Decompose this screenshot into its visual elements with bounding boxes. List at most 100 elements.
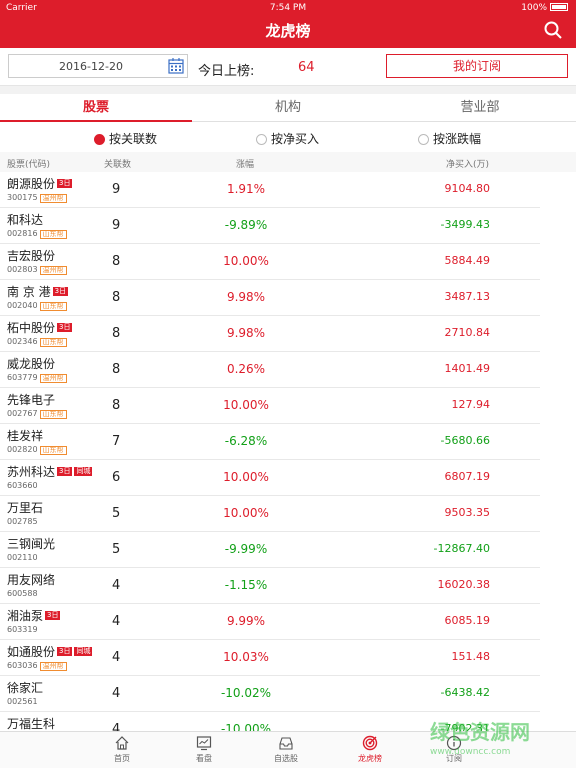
stock-code-text: 002040 [7,301,38,310]
stock-code-text: 002816 [7,229,38,238]
stock-name-text: 徐家汇 [7,681,44,695]
stock-name: 万福生科 [7,715,55,732]
net-buy: 9503.35 [444,506,491,519]
column-stock[interactable]: 股票(代码) [7,157,50,170]
clock: 7:54 PM [269,3,307,13]
sort-by-change[interactable]: 按涨跌幅 [418,130,481,147]
table-row[interactable]: 威龙股份 603779 温州帮 8 0.26% 1401.49 [0,352,540,388]
table-row[interactable]: 万里石 002785 5 10.00% 9503.35 [0,496,540,532]
watermark-text: 绿色资源网 [430,720,530,744]
stock-code: 603319 [7,625,38,634]
table-row[interactable]: 和科达 002816 山东帮 9 -9.89% -3499.43 [0,208,540,244]
group-badge: 山东帮 [39,302,67,311]
table-row[interactable]: 苏州科达 3日 同城 603660 6 10.00% 6807.19 [0,460,540,496]
calendar-icon[interactable] [167,57,185,75]
battery-indicator: 100% [521,3,568,13]
net-buy: -3499.43 [440,218,490,231]
stock-code: 603779 温州帮 [7,373,67,383]
net-buy: -12867.40 [433,542,490,555]
stock-name: 湘油泵 3日 [7,607,61,624]
table-row[interactable]: 湘油泵 3日 603319 4 9.99% 6085.19 [0,604,540,640]
net-buy: 16020.38 [437,578,491,591]
net-buy: 6085.19 [444,614,491,627]
table-row[interactable]: 柘中股份 3日 002346 山东帮 8 9.98% 2710.84 [0,316,540,352]
tag-badge: 3日 [57,467,73,476]
bottom-tab-market[interactable]: 看盘 [174,735,234,764]
stock-name: 先锋电子 [7,391,55,408]
date-picker[interactable]: 2016-12-20 [8,54,188,78]
my-subscription-button[interactable]: 我的订阅 [386,54,568,78]
bottom-tab-home[interactable]: 首页 [92,735,152,764]
stock-name-text: 南 京 港 [7,285,51,299]
group-badge: 山东帮 [39,446,67,455]
table-row[interactable]: 桂发祥 002820 山东帮 7 -6.28% -5680.66 [0,424,540,460]
table-row[interactable]: 先锋电子 002767 山东帮 8 10.00% 127.94 [0,388,540,424]
table-row[interactable]: 用友网络 600588 4 -1.15% 16020.38 [0,568,540,604]
change-percent: -6.28% [224,434,268,448]
watermark-url: www.downcc.com [430,747,511,757]
tag-badge: 同城 [74,647,93,656]
change-percent: 10.00% [223,470,269,484]
stock-code: 002767 山东帮 [7,409,67,419]
stock-name: 和科达 [7,211,43,228]
table-row[interactable]: 三钢闽光 002110 5 -9.99% -12867.40 [0,532,540,568]
bottom-tab-label: 自选股 [274,754,298,763]
tab-institutions[interactable]: 机构 [192,94,384,122]
group-badge: 山东帮 [39,338,67,347]
stock-name: 万里石 [7,499,43,516]
stock-name-text: 用友网络 [7,573,56,587]
change-percent: -9.99% [224,542,268,556]
related-count: 5 [112,506,121,521]
change-percent: 10.00% [223,398,269,412]
related-count: 9 [112,182,121,197]
change-percent: 0.26% [226,362,266,376]
stock-name: 桂发祥 [7,427,43,444]
sort-by-net-buy[interactable]: 按净买入 [256,130,319,147]
stock-name: 三钢闽光 [7,535,55,552]
stock-code: 603660 [7,481,38,490]
bottom-tab-watchlist[interactable]: 自选股 [256,735,316,764]
related-count: 4 [112,650,121,665]
stock-code: 002816 山东帮 [7,229,67,239]
group-badge: 温州帮 [39,662,67,671]
watermark: 绿色资源网 www.downcc.com [430,716,574,766]
stock-name: 威龙股份 [7,355,55,372]
table-row[interactable]: 朗源股份 3日 300175 温州帮 9 1.91% 9104.80 [0,172,540,208]
column-count[interactable]: 关联数 [104,157,131,170]
stock-name: 南 京 港 3日 [7,283,69,300]
sort-label: 按涨跌幅 [433,132,482,146]
related-count: 8 [112,254,121,269]
table-row[interactable]: 南 京 港 3日 002040 山东帮 8 9.98% 3487.13 [0,280,540,316]
stock-name-text: 三钢闽光 [7,537,56,551]
related-count: 8 [112,326,121,341]
search-icon[interactable] [544,21,562,39]
tab-stocks[interactable]: 股票 [0,94,192,122]
sort-options: 按关联数 按净买入 按涨跌幅 [0,124,576,152]
stock-code-text: 603036 [7,661,38,670]
table-row[interactable]: 如通股份 3日 同城 603036 温州帮 4 10.03% 151.48 [0,640,540,676]
table-row[interactable]: 吉宏股份 002803 温州帮 8 10.00% 5884.49 [0,244,540,280]
change-percent: 10.00% [223,254,269,268]
stock-code: 002820 山东帮 [7,445,67,455]
stock-name-text: 柘中股份 [7,321,56,335]
bottom-tab-dragon-tiger[interactable]: 龙虎榜 [340,735,400,764]
related-count: 8 [112,290,121,305]
tab-branches[interactable]: 营业部 [384,94,576,122]
date-value: 2016-12-20 [59,60,123,73]
stock-name-text: 桂发祥 [7,429,44,443]
radio-icon [418,134,429,145]
related-count: 8 [112,398,121,413]
change-percent: 9.98% [226,326,266,340]
stock-name-text: 先锋电子 [7,393,56,407]
stock-code-text: 300175 [7,193,38,202]
sort-label: 按净买入 [271,132,320,146]
column-change[interactable]: 涨幅 [236,157,254,170]
related-count: 4 [112,686,121,701]
column-net-buy[interactable]: 净买入(万) [446,157,489,170]
tag-badge: 3日 [57,179,73,188]
group-badge: 温州帮 [39,266,67,275]
sort-by-count[interactable]: 按关联数 [94,130,157,147]
change-percent: -1.15% [224,578,268,592]
related-count: 4 [112,614,121,629]
table-row[interactable]: 徐家汇 002561 4 -10.02% -6438.42 [0,676,540,712]
